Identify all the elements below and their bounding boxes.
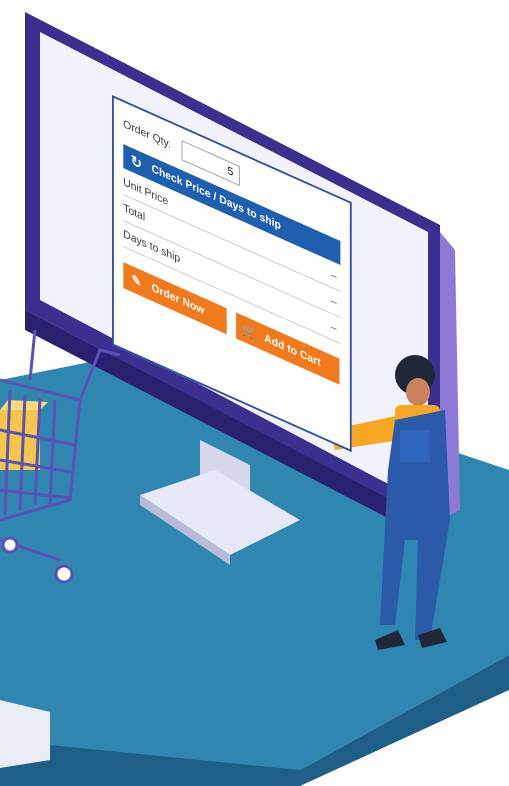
refresh-icon: ↻ [130,151,142,173]
order-now-button[interactable]: ✎ Order Now [123,262,227,335]
add-to-cart-button[interactable]: 🛒 Add to Cart [236,312,340,385]
order-now-button-label: Order Now [151,281,205,318]
step-block [0,700,50,768]
unit-price-value: – [330,268,337,284]
cart-icon: 🛒 [242,321,257,342]
days-to-ship-value: – [330,320,337,336]
order-document-icon: ✎ [131,271,142,291]
total-value: – [330,294,337,310]
add-to-cart-button-label: Add to Cart [264,332,321,370]
